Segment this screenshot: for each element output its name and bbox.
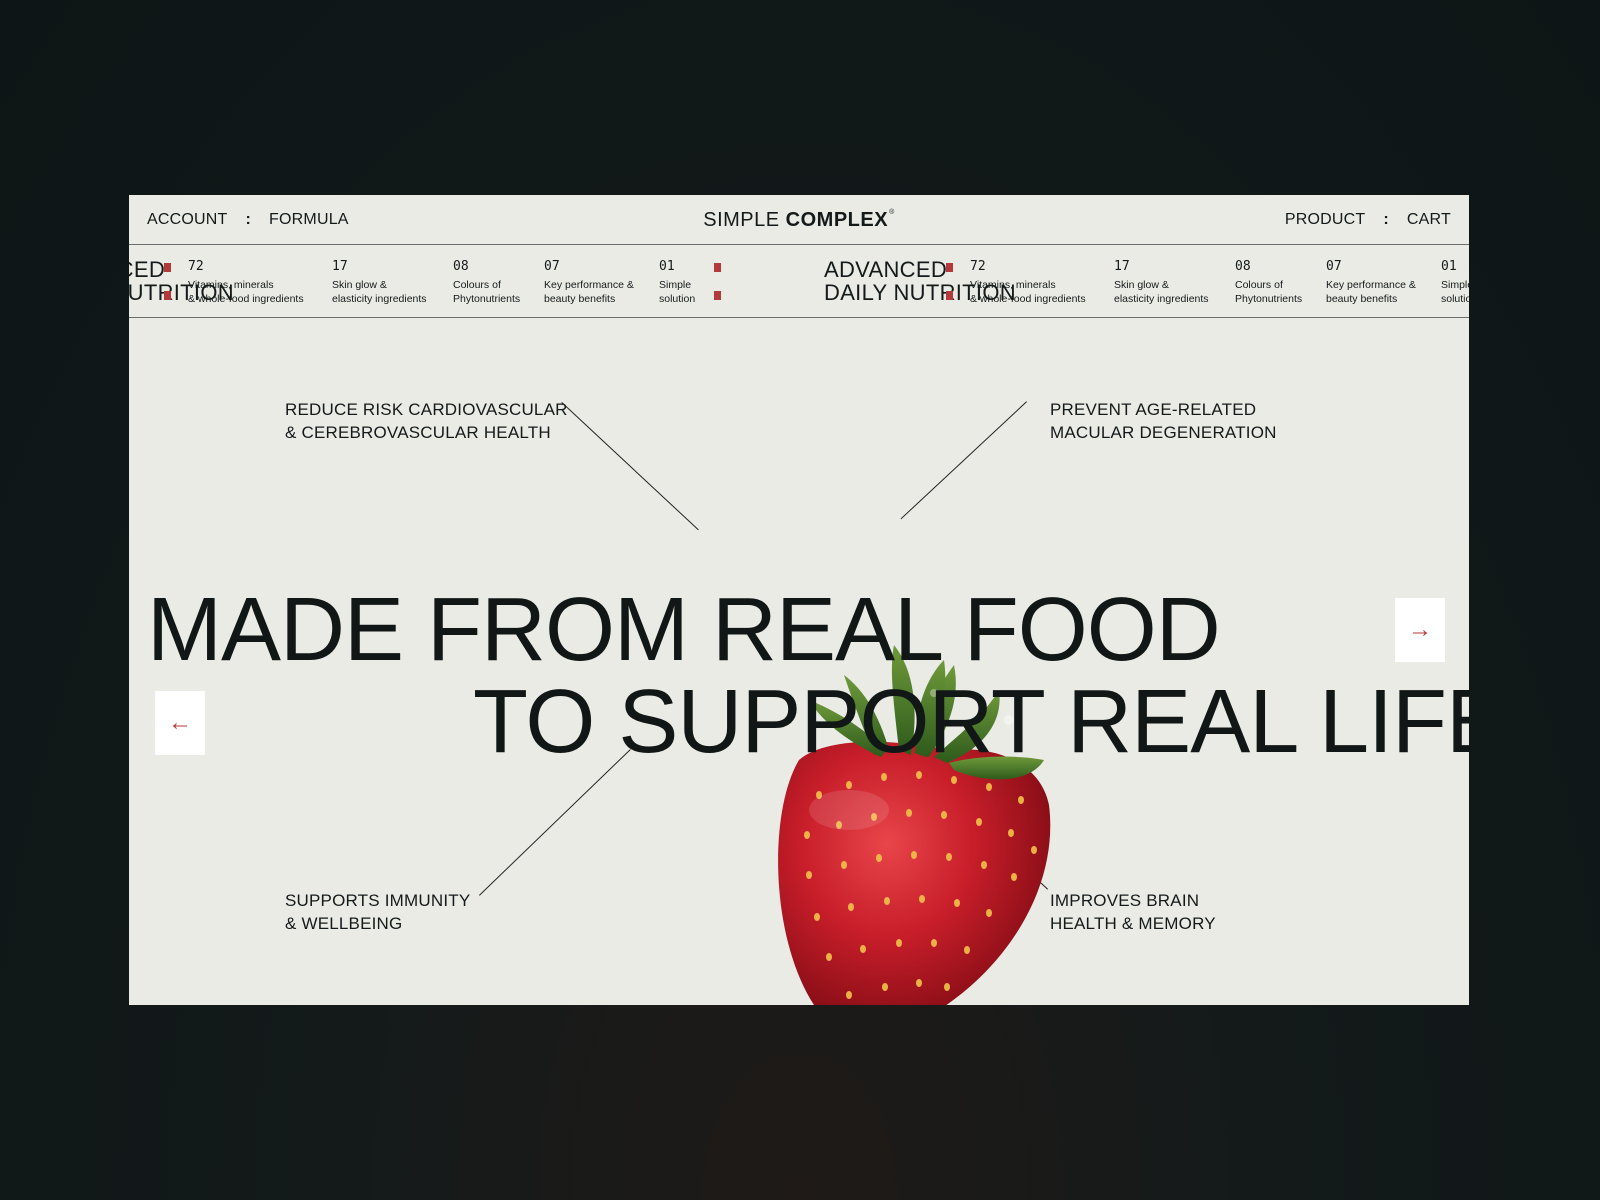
- ticker-group: ADVANCEDDAILY NUTRITION72Vitamins, miner…: [129, 245, 824, 317]
- hero-headline-line1: MADE FROM REAL FOOD: [147, 580, 1221, 680]
- ticker-stat: 01 Simple solution: [1441, 259, 1469, 306]
- ticker-bullet-square: [164, 291, 171, 300]
- ticker-group: ADVANCEDDAILY NUTRITION72Vitamins, miner…: [824, 245, 1469, 317]
- stats-ticker: ADVANCEDDAILY NUTRITION72Vitamins, miner…: [129, 245, 1469, 318]
- ticker-stat-description: Simple solution: [659, 279, 696, 305]
- logo-registered-mark: ®: [889, 209, 895, 216]
- ticker-bullet-square: [164, 263, 171, 272]
- ticker-stat-description: Colours of Phytonutrients: [453, 279, 521, 305]
- logo-word-simple: SIMPLE: [703, 209, 780, 231]
- ticker-stat-description: Colours of Phytonutrients: [1235, 279, 1303, 305]
- ticker-stat-description: Skin glow & elasticity ingredients: [1114, 279, 1209, 305]
- brand-logo[interactable]: SIMPLE COMPLEX®: [129, 209, 1469, 232]
- benefit-macular: PREVENT AGE-RELATED MACULAR DEGENERATION: [1050, 400, 1277, 442]
- top-nav: ACCOUNT : FORMULA SIMPLE COMPLEX® PRODUC…: [129, 195, 1469, 245]
- ticker-stat-description: Key performance & beauty benefits: [544, 279, 634, 305]
- benefit-cardiovascular: REDUCE RISK CARDIOVASCULAR & CEREBROVASC…: [285, 400, 568, 442]
- ticker-stat-description: Simple solution: [1441, 279, 1469, 305]
- ticker-stat: 72 Vitamins, minerals & whole-food ingred…: [970, 259, 1086, 306]
- ticker-stat: 08 Colours of Phytonutrients: [453, 259, 520, 306]
- ticker-stat-number: 01: [659, 259, 675, 274]
- ticker-stat-number: 08: [1235, 259, 1251, 274]
- ticker-stat-number: 72: [188, 259, 204, 274]
- ticker-stat: 07 Key performance & beauty benefits: [1326, 259, 1416, 306]
- nav-right: PRODUCT : CART: [1285, 211, 1451, 229]
- ticker-stat: 17 Skin glow & elasticity ingredients: [332, 259, 427, 306]
- ticker-stat-number: 01: [1441, 259, 1457, 274]
- ticker-bullet-square: [946, 263, 953, 272]
- ticker-stat-description: Skin glow & elasticity ingredients: [332, 279, 427, 305]
- arrow-right-icon: →: [1408, 616, 1432, 643]
- ticker-stat-number: 07: [1326, 259, 1342, 274]
- site-frame: ACCOUNT : FORMULA SIMPLE COMPLEX® PRODUC…: [129, 195, 1469, 1005]
- ticker-stat: 17 Skin glow & elasticity ingredients: [1114, 259, 1209, 306]
- ticker-stat-description: Key performance & beauty benefits: [1326, 279, 1416, 305]
- arrow-left-icon: ←: [168, 709, 192, 736]
- nav-product-link[interactable]: PRODUCT: [1285, 211, 1366, 229]
- nav-separator: :: [1383, 211, 1389, 228]
- ticker-bullet-square: [714, 263, 721, 272]
- ticker-track: ADVANCEDDAILY NUTRITION72Vitamins, miner…: [129, 245, 1469, 317]
- ticker-stat: 72 Vitamins, minerals & whole-food ingred…: [188, 259, 304, 306]
- ticker-stat: 08 Colours of Phytonutrients: [1235, 259, 1302, 306]
- ticker-stat: 01 Simple solution: [659, 259, 695, 306]
- ticker-stat-number: 17: [332, 259, 348, 274]
- ticker-stat-number: 17: [1114, 259, 1130, 274]
- ticker-bullet-square: [714, 291, 721, 300]
- ticker-stat-number: 07: [544, 259, 560, 274]
- ticker-stat-description: Vitamins, minerals & whole-food ingredie…: [970, 279, 1086, 305]
- ticker-stat: 07 Key performance & beauty benefits: [544, 259, 634, 306]
- ticker-stat-number: 08: [453, 259, 469, 274]
- ticker-bullet-square: [946, 291, 953, 300]
- next-slide-button[interactable]: →: [1395, 598, 1445, 662]
- nav-cart-link[interactable]: CART: [1407, 211, 1451, 229]
- ticker-stat-description: Vitamins, minerals & whole-food ingredie…: [188, 279, 304, 305]
- hero-headline-line2: TO SUPPORT REAL LIFE: [473, 672, 1469, 772]
- ticker-stat-number: 72: [970, 259, 986, 274]
- benefit-immunity: SUPPORTS IMMUNITY & WELLBEING: [285, 891, 471, 933]
- prev-slide-button[interactable]: ←: [155, 691, 205, 755]
- logo-word-complex: COMPLEX: [785, 209, 889, 231]
